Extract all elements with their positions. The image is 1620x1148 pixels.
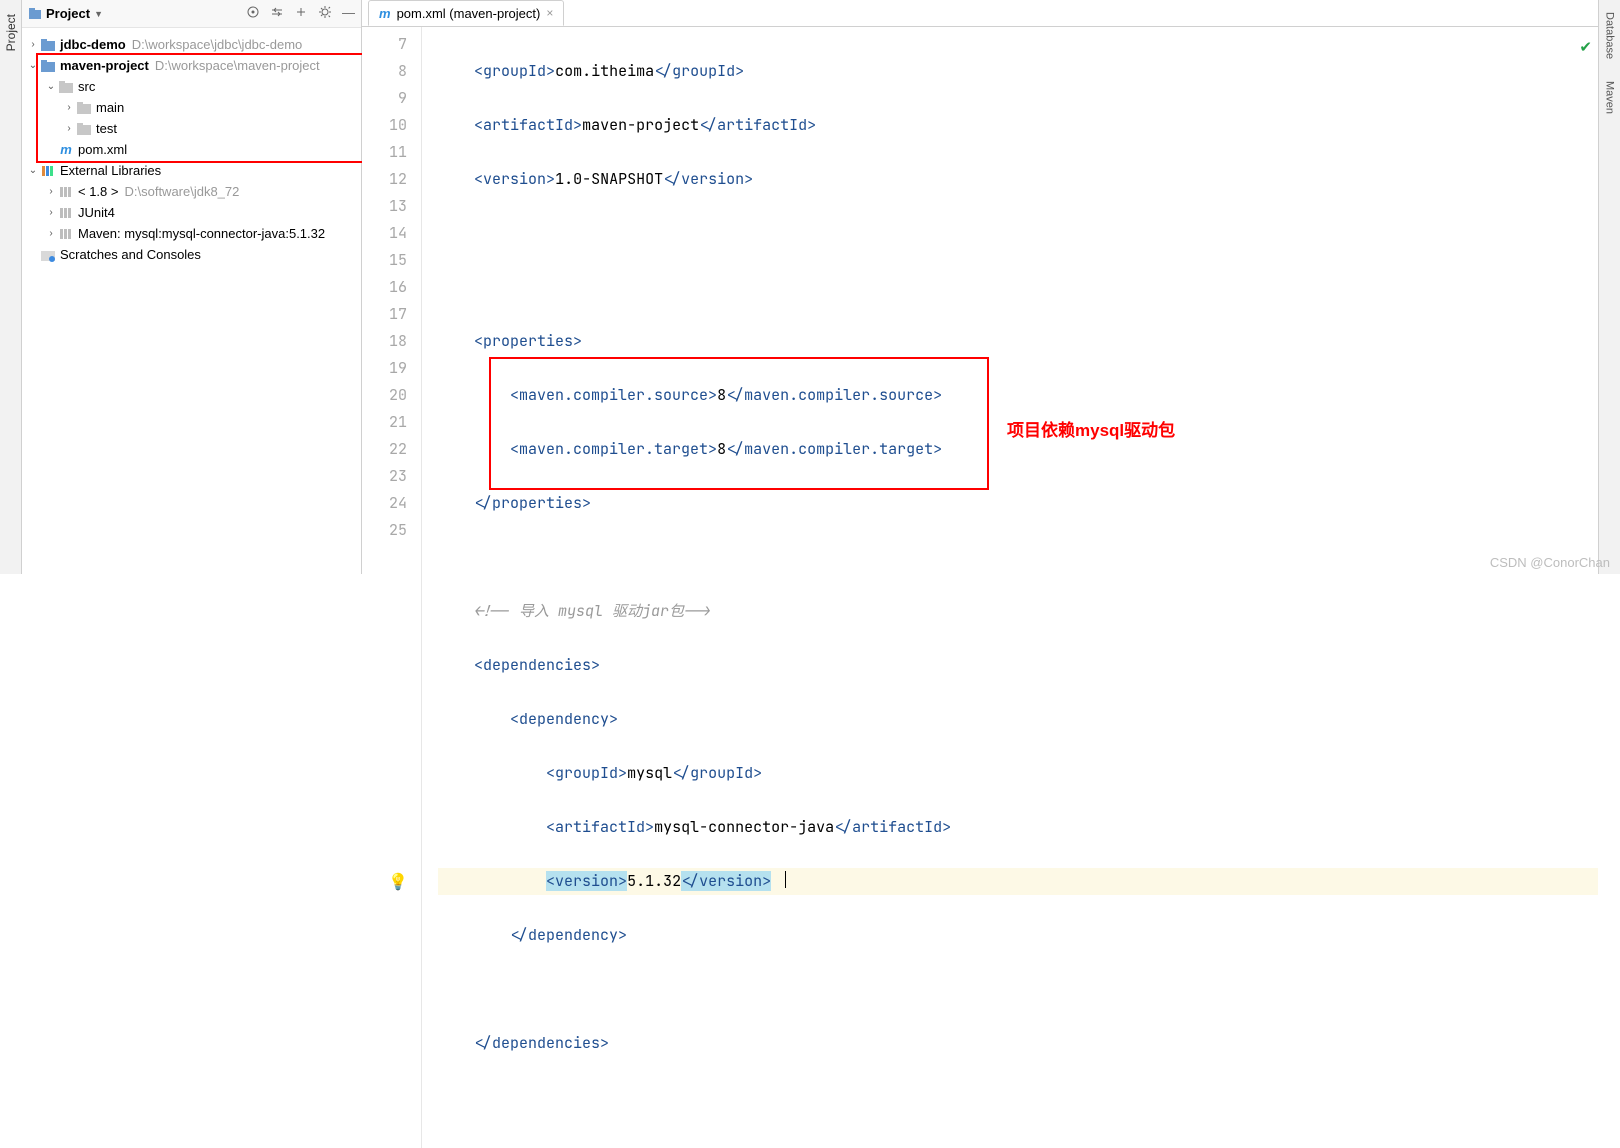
tree-label: < 1.8 > — [78, 181, 118, 202]
maven-file-icon: m — [58, 142, 74, 158]
tree-node-test[interactable]: › test — [22, 118, 361, 139]
tree-node-jdbc-demo[interactable]: › jdbc-demo D:\workspace\jdbc\jdbc-demo — [22, 34, 361, 55]
tree-label: main — [96, 97, 124, 118]
target-icon[interactable] — [246, 5, 260, 22]
text-caret — [785, 871, 786, 888]
divider-icon[interactable] — [294, 5, 308, 22]
tree-path: D:\workspace\maven-project — [155, 55, 320, 76]
tree-label: JUnit4 — [78, 202, 115, 223]
project-panel-header: Project ▼ — — [22, 0, 361, 28]
intention-bulb-icon[interactable]: 💡 — [388, 868, 408, 895]
tree-node-scratches[interactable]: Scratches and Consoles — [22, 244, 361, 265]
folder-icon — [76, 121, 92, 137]
maven-tool-tab[interactable]: Maven — [1603, 75, 1617, 120]
editor-tabs: m pom.xml (maven-project) × — [362, 0, 1598, 27]
project-icon — [28, 7, 42, 21]
folder-icon — [58, 79, 74, 95]
libraries-icon — [40, 163, 56, 179]
module-icon — [40, 58, 56, 74]
annotation-text: 项目依赖mysql驱动包 — [1007, 417, 1175, 444]
analysis-ok-icon[interactable]: ✔ — [1579, 38, 1592, 56]
gear-icon[interactable] — [318, 5, 332, 22]
tree-label: test — [96, 118, 117, 139]
project-panel: Project ▼ — › jdbc-demo D:\workspace\jdb… — [22, 0, 362, 574]
tree-label: External Libraries — [60, 160, 161, 181]
tree-node-pom[interactable]: m pom.xml — [22, 139, 361, 160]
tree-label: src — [78, 76, 95, 97]
right-tool-strip: Database Maven — [1598, 0, 1620, 574]
editor-tab-pom[interactable]: m pom.xml (maven-project) × — [368, 0, 564, 26]
tree-node-maven-project[interactable]: ⌄ maven-project D:\workspace\maven-proje… — [22, 55, 361, 76]
tree-node-src[interactable]: ⌄ src — [22, 76, 361, 97]
database-tool-tab[interactable]: Database — [1603, 6, 1617, 65]
watermark: CSDN @ConorChan — [1490, 555, 1610, 570]
tree-label: maven-project — [60, 55, 149, 76]
tree-label: jdbc-demo — [60, 34, 126, 55]
tree-node-junit[interactable]: › JUnit4 — [22, 202, 361, 223]
annotation-box-code — [489, 357, 989, 490]
scratches-icon — [40, 247, 56, 263]
tree-label: Maven: mysql:mysql-connector-java:5.1.32 — [78, 223, 325, 244]
tree-path: D:\workspace\jdbc\jdbc-demo — [132, 34, 303, 55]
tree-path: D:\software\jdk8_72 — [124, 181, 239, 202]
close-icon[interactable]: × — [546, 6, 553, 20]
tree-label: Scratches and Consoles — [60, 244, 201, 265]
project-tree[interactable]: › jdbc-demo D:\workspace\jdbc\jdbc-demo … — [22, 28, 361, 265]
project-panel-title: Project — [46, 6, 90, 21]
editor-area: m pom.xml (maven-project) × 7 8 9 10 11 … — [362, 0, 1598, 574]
folder-icon — [76, 100, 92, 116]
tree-label: pom.xml — [78, 139, 127, 160]
tree-node-maven-mysql[interactable]: › Maven: mysql:mysql-connector-java:5.1.… — [22, 223, 361, 244]
tree-node-external-libraries[interactable]: ⌄ External Libraries — [22, 160, 361, 181]
library-icon — [58, 184, 74, 200]
expand-all-icon[interactable] — [270, 5, 284, 22]
left-tool-strip: Project — [0, 0, 22, 574]
library-icon — [58, 205, 74, 221]
project-tool-tab[interactable]: Project — [2, 8, 20, 57]
line-gutter: 7 8 9 10 11 12 13 14 15 16 17 18 19 20 2… — [362, 27, 422, 1148]
module-icon — [40, 37, 56, 53]
library-icon — [58, 226, 74, 242]
hide-icon[interactable]: — — [342, 5, 355, 22]
chevron-down-icon[interactable]: ▼ — [94, 9, 103, 19]
code-editor[interactable]: <groupId>com.itheima</groupId> <artifact… — [422, 27, 1598, 1148]
maven-file-icon: m — [379, 6, 391, 21]
tab-label: pom.xml (maven-project) — [397, 6, 541, 21]
tree-node-jdk[interactable]: › < 1.8 > D:\software\jdk8_72 — [22, 181, 361, 202]
tree-node-main[interactable]: › main — [22, 97, 361, 118]
